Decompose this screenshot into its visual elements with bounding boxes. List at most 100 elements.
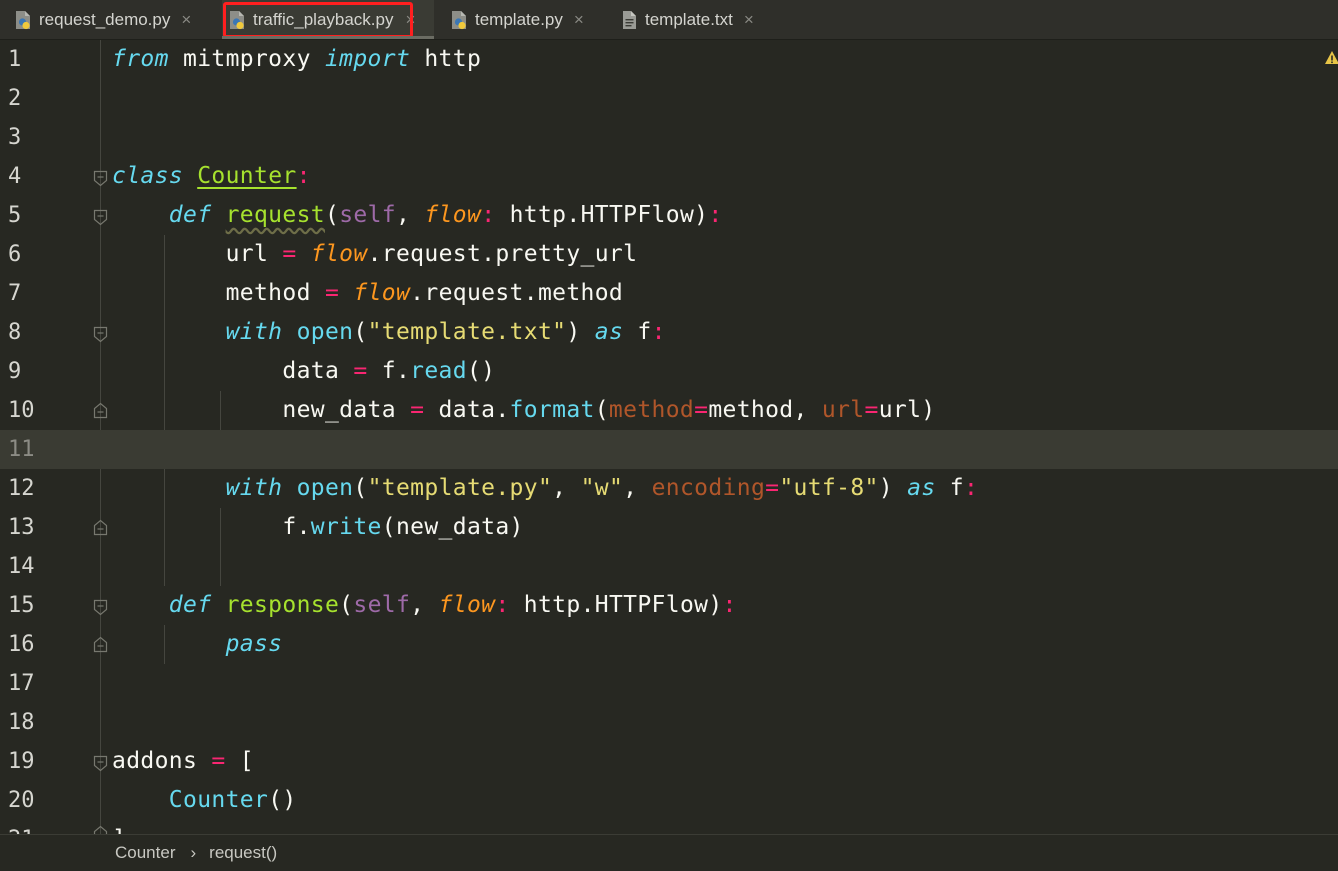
code-token: data. [424, 397, 510, 423]
code-token: pass [225, 631, 283, 657]
code-line[interactable]: 5 def request(self, flow: http.HTTPFlow)… [0, 196, 1338, 235]
code-line[interactable]: 15 def response(self, flow: http.HTTPFlo… [0, 586, 1338, 625]
code-text: from mitmproxy import http [112, 40, 481, 79]
code-text: ] [112, 820, 126, 834]
code-token: http [410, 46, 482, 72]
code-line[interactable]: 18 [0, 703, 1338, 742]
python-file-icon [452, 10, 466, 29]
tab-template-txt[interactable]: template.txt × [620, 0, 754, 39]
code-line[interactable]: 4 class Counter: [0, 157, 1338, 196]
code-text: f.write(new_data) [112, 508, 524, 547]
code-line[interactable]: 3 [0, 118, 1338, 157]
code-text: def request(self, flow: http.HTTPFlow): [112, 196, 723, 235]
code-token: , [410, 592, 439, 618]
line-number: 14 [8, 554, 35, 579]
code-token: .request.pretty_url [367, 241, 638, 267]
line-number: 5 [8, 203, 22, 228]
line-number: 11 [8, 437, 35, 462]
line-number: 18 [8, 710, 35, 735]
line-number: 20 [8, 788, 35, 813]
python-file-icon [16, 10, 30, 29]
code-line[interactable]: 17 [0, 664, 1338, 703]
code-token: import [324, 46, 411, 72]
code-token: class [112, 163, 183, 189]
code-token: self [353, 592, 411, 618]
line-number: 16 [8, 632, 35, 657]
code-token: : [708, 202, 723, 228]
breadcrumb: Counter › request() [0, 834, 1338, 871]
code-text: Counter() [112, 781, 297, 820]
code-line[interactable]: 1 from mitmproxy import http [0, 40, 1338, 79]
code-token: flow [353, 280, 411, 306]
line-number: 9 [8, 359, 22, 384]
tab-request-demo[interactable]: request_demo.py × [14, 0, 191, 39]
breadcrumb-item-counter[interactable]: Counter [115, 843, 175, 863]
code-token: with [225, 475, 283, 501]
code-line[interactable]: 8 with open("template.txt") as f: [0, 313, 1338, 352]
code-line[interactable]: 6 url = flow.request.pretty_url [0, 235, 1338, 274]
code-line[interactable]: 21] [0, 820, 1338, 834]
close-icon[interactable]: × [574, 10, 584, 30]
code-token: , [395, 202, 425, 228]
text-file-icon [623, 10, 636, 29]
code-token: ( [594, 397, 609, 423]
code-line[interactable]: 9 data = f.read() [0, 352, 1338, 391]
code-token: open [296, 319, 354, 345]
line-number: 6 [8, 242, 22, 267]
code-token: f. [112, 514, 311, 540]
code-token: = [765, 475, 780, 501]
code-line[interactable]: 19 addons = [ [0, 742, 1338, 781]
code-line[interactable]: 20 Counter() [0, 781, 1338, 820]
code-token: url) [878, 397, 936, 423]
code-line[interactable]: 2 [0, 79, 1338, 118]
code-token: = [353, 358, 368, 384]
code-token: f [935, 475, 964, 501]
tab-template-py[interactable]: template.py × [450, 0, 584, 39]
code-token: , [623, 475, 652, 501]
code-token: request [225, 202, 325, 228]
code-line[interactable]: 10 new_data = data.format(method=method,… [0, 391, 1338, 430]
code-line[interactable]: 14 [0, 547, 1338, 586]
code-token: def [168, 202, 212, 228]
python-file-icon [230, 10, 244, 29]
code-token: url [112, 241, 283, 267]
code-token: f. [367, 358, 411, 384]
code-text: method = flow.request.method [112, 274, 623, 313]
line-number: 12 [8, 476, 35, 501]
code-token: http.HTTPFlow) [495, 202, 709, 228]
close-icon[interactable]: × [181, 10, 191, 30]
breadcrumb-item-request[interactable]: request() [209, 843, 277, 863]
code-line[interactable]: 12 with open("template.py", "w", encodin… [0, 469, 1338, 508]
tab-traffic-playback[interactable]: traffic_playback.py × [222, 0, 434, 39]
line-number: 10 [8, 398, 35, 423]
code-editor[interactable]: 1 from mitmproxy import http 2 3 4 class Coun… [0, 40, 1338, 834]
tab-label: traffic_playback.py [253, 9, 394, 29]
close-icon[interactable]: × [405, 10, 415, 30]
tab-label: template.py [475, 9, 563, 29]
code-token: ] [112, 826, 126, 834]
code-token: = [324, 280, 340, 306]
code-token: : [963, 475, 979, 501]
code-token: method [608, 397, 695, 423]
code-token: mitmproxy [168, 46, 325, 72]
line-number: 19 [8, 749, 35, 774]
close-icon[interactable]: × [744, 10, 754, 30]
code-line[interactable]: 13 f.write(new_data) [0, 508, 1338, 547]
code-line[interactable]: 11 [0, 430, 1338, 469]
code-token: ( [353, 475, 368, 501]
code-token: flow [438, 592, 496, 618]
code-token: http.HTTPFlow) [509, 592, 723, 618]
code-token: : [495, 592, 510, 618]
line-number: 7 [8, 281, 22, 306]
line-number: 2 [8, 86, 22, 111]
code-line[interactable]: 7 method = flow.request.method [0, 274, 1338, 313]
code-line[interactable]: 16 pass [0, 625, 1338, 664]
code-token: [ [225, 748, 254, 774]
